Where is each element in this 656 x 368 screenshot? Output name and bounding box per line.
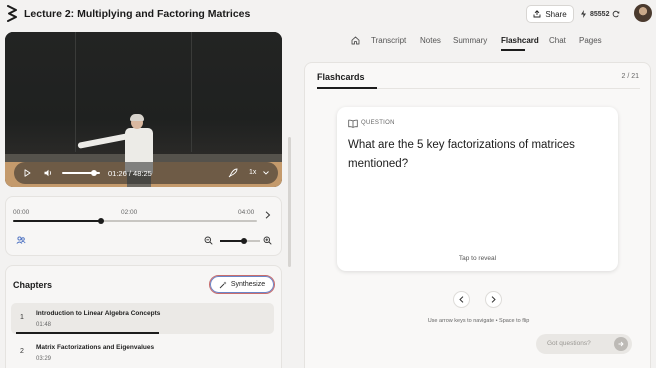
rocket-icon[interactable] (228, 168, 238, 178)
video-player[interactable]: 01:26 / 48:25 1x (5, 32, 282, 187)
chat-box[interactable]: Got questions? (536, 334, 632, 354)
send-button[interactable] (614, 337, 628, 351)
flashcards-title: Flashcards (317, 72, 365, 82)
chapter-title: Introduction to Linear Algebra Concepts (36, 310, 161, 317)
zoom-out-icon[interactable] (204, 236, 213, 245)
timeline-label: 00:00 (13, 209, 30, 216)
board-divider (75, 32, 76, 152)
video-controls: 01:26 / 48:25 1x (14, 162, 278, 184)
flashcard-counter: 2 / 21 (621, 73, 639, 80)
time-display: 01:26 / 48:25 (108, 169, 152, 178)
timeline-progress (13, 220, 101, 222)
divider-grip[interactable] (288, 137, 291, 267)
volume-slider-handle[interactable] (91, 170, 98, 176)
arrow-right-icon (618, 341, 624, 347)
chapter-progress-bar (16, 332, 159, 334)
next-card-button[interactable] (485, 291, 502, 308)
synthesize-button[interactable]: Synthesize (209, 275, 275, 294)
chapter-item[interactable]: 2 Matrix Factorizations and Eigenvalues … (11, 337, 274, 368)
tab-flashcard[interactable]: Flashcard (501, 36, 539, 45)
flashcards-panel: Flashcards 2 / 21 QUESTION What are the … (304, 62, 651, 368)
share-icon (533, 10, 541, 18)
chapter-number: 1 (20, 314, 24, 321)
lecturer-hair (130, 114, 144, 121)
flashcard[interactable]: QUESTION What are the 5 key factorizatio… (337, 107, 618, 271)
chevron-left-icon (459, 296, 464, 303)
page-title: Lecture 2: Multiplying and Factoring Mat… (24, 8, 251, 20)
chapter-title: Matrix Factorizations and Eigenvalues (36, 344, 155, 351)
zoom-slider[interactable] (220, 238, 260, 244)
chapters-panel: Chapters Synthesize 1 Introduction to Li… (5, 265, 282, 368)
sparkle-wand-icon (219, 281, 227, 288)
tab-chat[interactable]: Chat (549, 36, 566, 45)
chevron-down-icon[interactable] (263, 171, 269, 175)
app-logo-icon[interactable] (6, 5, 18, 22)
board-divider (191, 32, 192, 152)
chevron-right-icon[interactable] (265, 211, 271, 219)
home-icon[interactable] (351, 36, 360, 45)
user-avatar[interactable] (634, 4, 652, 22)
share-button[interactable]: Share (526, 5, 574, 23)
chapter-time: 01:48 (36, 322, 52, 328)
chevron-right-icon (491, 296, 496, 303)
timeline-handle[interactable] (97, 218, 104, 224)
playback-speed[interactable]: 1x (249, 169, 256, 176)
timeline-label: 02:00 (121, 209, 138, 216)
tab-summary[interactable]: Summary (453, 36, 487, 45)
tab-pages[interactable]: Pages (579, 36, 602, 45)
refresh-icon (613, 10, 620, 18)
timeline-label: 04:00 (238, 209, 255, 216)
tab-notes[interactable]: Notes (420, 36, 441, 45)
chapters-title: Chapters (13, 280, 53, 290)
chapter-time: 03:29 (36, 356, 52, 362)
chat-input[interactable]: Got questions? (547, 340, 591, 347)
chapter-number: 2 (20, 348, 24, 355)
play-icon[interactable] (24, 169, 31, 177)
tab-transcript[interactable]: Transcript (371, 36, 406, 45)
volume-icon[interactable] (44, 169, 53, 177)
bolt-icon (581, 10, 586, 18)
credits-indicator[interactable]: 85552 (580, 5, 630, 23)
timeline-track[interactable] (13, 218, 257, 224)
zoom-in-icon[interactable] (263, 236, 272, 245)
flashcards-title-underline (317, 87, 377, 89)
active-tab-indicator (501, 49, 525, 51)
people-icon[interactable] (16, 235, 26, 245)
synthesize-label: Synthesize (230, 281, 266, 288)
keyboard-hint: Use arrow keys to navigate • Space to fl… (427, 318, 530, 324)
flashcard-question: What are the 5 key factorizations of mat… (348, 139, 575, 170)
top-bar: Lecture 2: Multiplying and Factoring Mat… (0, 0, 656, 28)
chapter-item[interactable]: 1 Introduction to Linear Algebra Concept… (11, 303, 274, 334)
previous-card-button[interactable] (453, 291, 470, 308)
question-label: QUESTION (361, 120, 395, 126)
credits-count: 85552 (590, 10, 610, 18)
share-label: Share (545, 9, 567, 19)
zoom-slider-handle[interactable] (241, 238, 247, 244)
panel-divider[interactable] (288, 32, 291, 368)
book-icon (348, 119, 358, 128)
tap-to-reveal[interactable]: Tap to reveal (337, 255, 618, 262)
timeline-panel: 00:00 02:00 04:00 (5, 196, 282, 256)
